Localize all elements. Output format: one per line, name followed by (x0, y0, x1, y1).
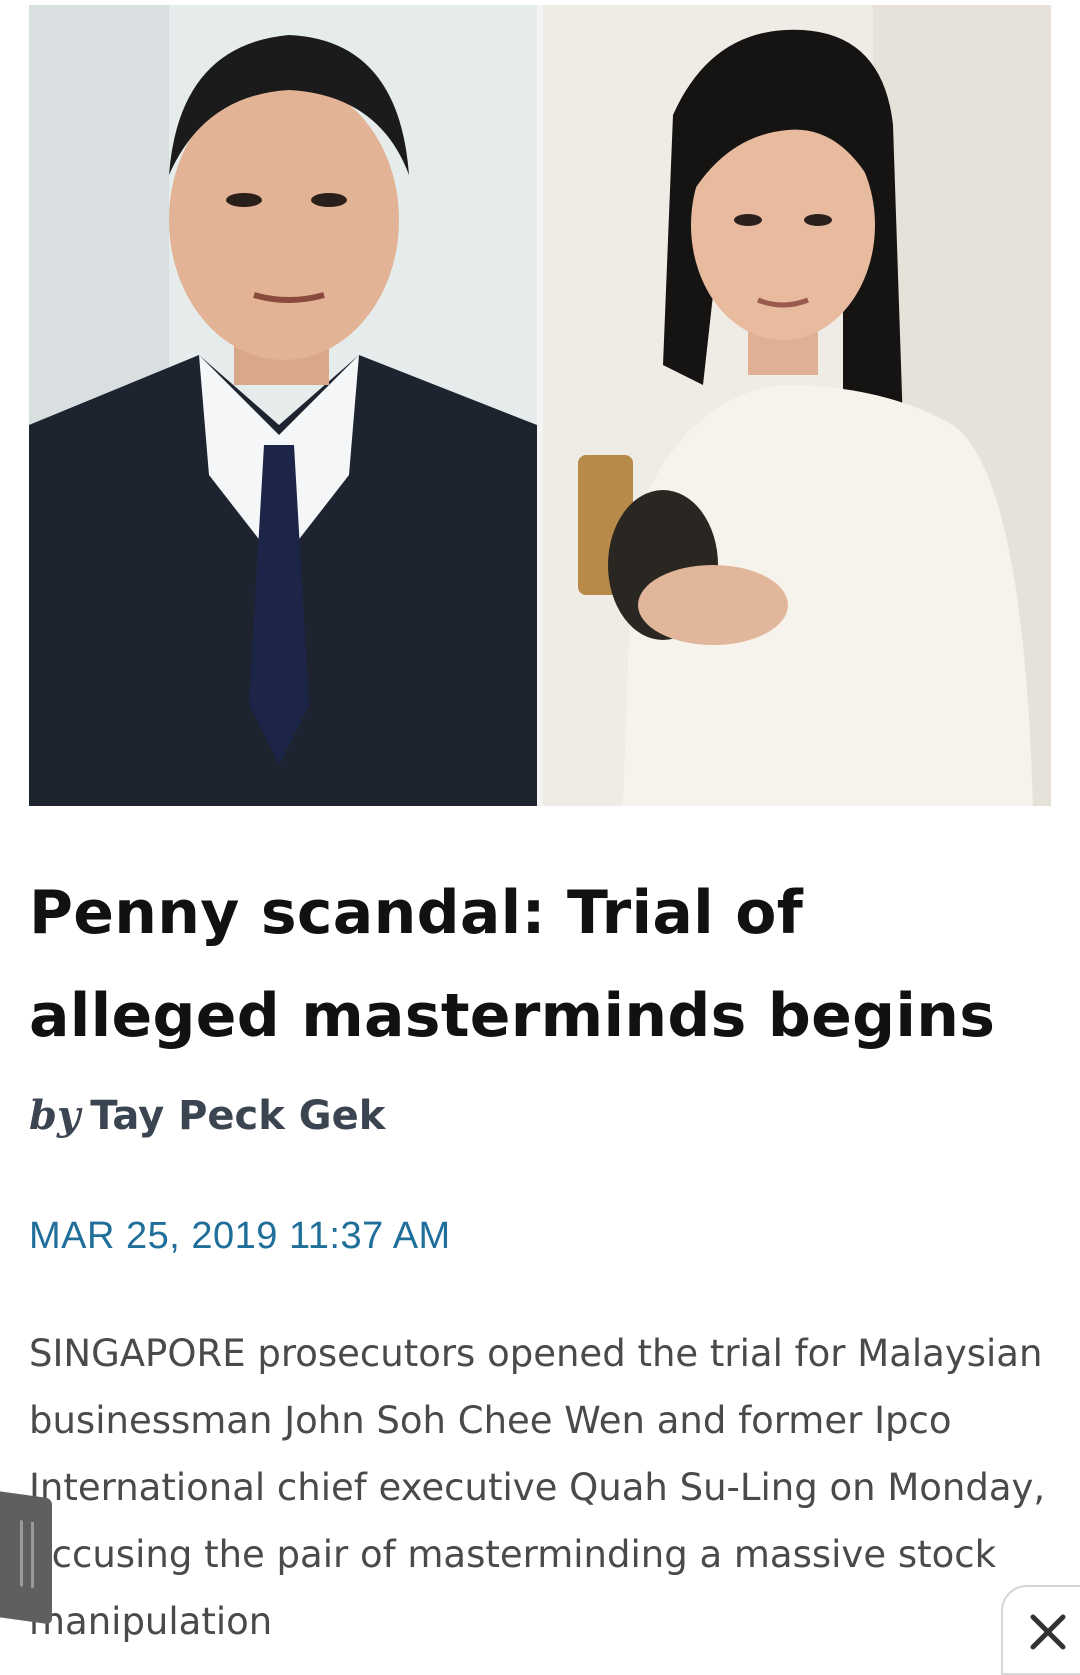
close-button[interactable] (1001, 1585, 1080, 1675)
byline: by Tay Peck Gek (29, 1092, 385, 1139)
author-name[interactable]: Tay Peck Gek (90, 1093, 385, 1139)
woman-portrait-illustration (543, 5, 1051, 806)
man-portrait-illustration (29, 5, 537, 806)
photo-woman-in-white-blouse (543, 5, 1051, 806)
close-icon (1030, 1614, 1066, 1650)
byline-prefix: by (29, 1092, 81, 1139)
article-body: SINGAPORE prosecutors opened the trial f… (29, 1332, 1046, 1643)
photo-man-in-suit (29, 5, 537, 806)
side-drag-handle[interactable] (0, 1491, 52, 1625)
article-headline: Penny scandal: Trial of alleged mastermi… (29, 878, 996, 1051)
article-photo (29, 5, 1051, 806)
drag-handle-icon (20, 1520, 34, 1589)
publish-date: MAR 25, 2019 11:37 AM (29, 1215, 451, 1257)
